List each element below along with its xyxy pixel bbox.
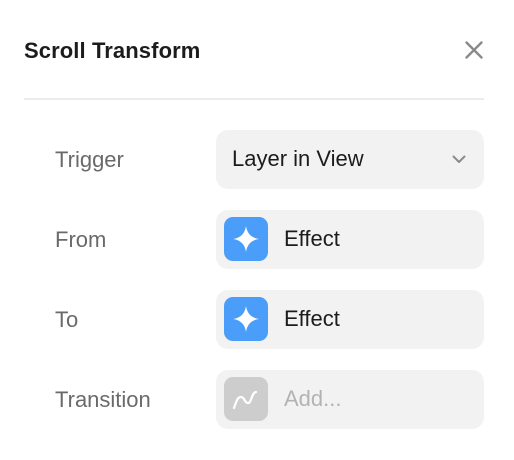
transition-placeholder: Add...	[284, 386, 342, 411]
scroll-transform-panel: Scroll Transform Trigger Layer in View F…	[0, 0, 514, 460]
panel-header: Scroll Transform	[24, 32, 490, 72]
panel-title: Scroll Transform	[24, 38, 201, 63]
to-effect-label: Effect	[284, 306, 340, 331]
sparkle-icon	[224, 217, 268, 261]
from-effect-label: Effect	[284, 226, 340, 251]
curve-icon	[224, 377, 268, 421]
trigger-label: Trigger	[55, 147, 124, 172]
close-icon[interactable]	[462, 38, 486, 62]
transition-field[interactable]: Add...	[216, 370, 484, 429]
to-effect-field[interactable]: Effect	[216, 290, 484, 349]
sparkle-icon	[224, 297, 268, 341]
trigger-select[interactable]: Layer in View	[216, 130, 484, 189]
transition-label: Transition	[55, 387, 151, 412]
from-label: From	[55, 227, 107, 252]
trigger-value: Layer in View	[232, 146, 364, 171]
chevron-down-icon	[450, 150, 468, 168]
to-label: To	[55, 307, 79, 332]
from-effect-field[interactable]: Effect	[216, 210, 484, 269]
header-divider	[24, 98, 484, 100]
